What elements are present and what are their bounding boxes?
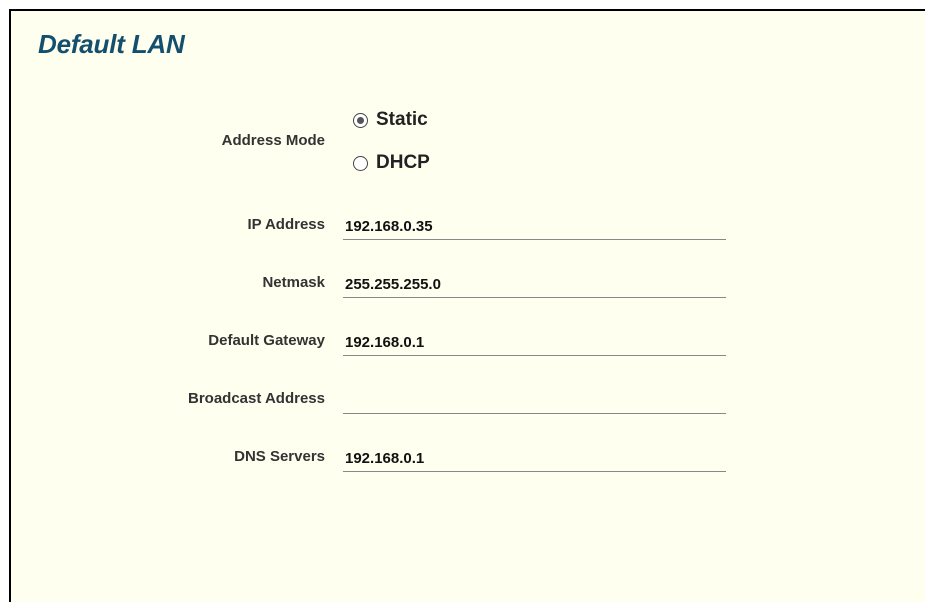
dns-servers-input[interactable]	[343, 446, 726, 472]
ip-address-input[interactable]	[343, 214, 726, 240]
default-gateway-input[interactable]	[343, 330, 726, 356]
default-gateway-label: Default Gateway	[208, 332, 325, 349]
broadcast-address-input[interactable]	[343, 388, 726, 414]
default-lan-panel: Default LAN Address Mode Static DHCP IP …	[9, 9, 925, 602]
netmask-input[interactable]	[343, 272, 726, 298]
address-mode-label: Address Mode	[221, 132, 325, 149]
broadcast-address-label: Broadcast Address	[188, 390, 325, 407]
radio-selected-dot-icon	[357, 116, 364, 124]
netmask-label: Netmask	[262, 274, 325, 291]
radio-static-button[interactable]	[353, 112, 368, 128]
radio-dhcp-button[interactable]	[353, 155, 368, 171]
section-title: Default LAN	[38, 29, 185, 59]
radio-static[interactable]: Static	[353, 109, 428, 131]
dns-servers-label: DNS Servers	[234, 448, 325, 465]
radio-static-label[interactable]: Static	[376, 109, 428, 131]
radio-dhcp-label[interactable]: DHCP	[376, 152, 430, 174]
ip-address-label: IP Address	[247, 216, 325, 233]
radio-dhcp[interactable]: DHCP	[353, 152, 430, 174]
